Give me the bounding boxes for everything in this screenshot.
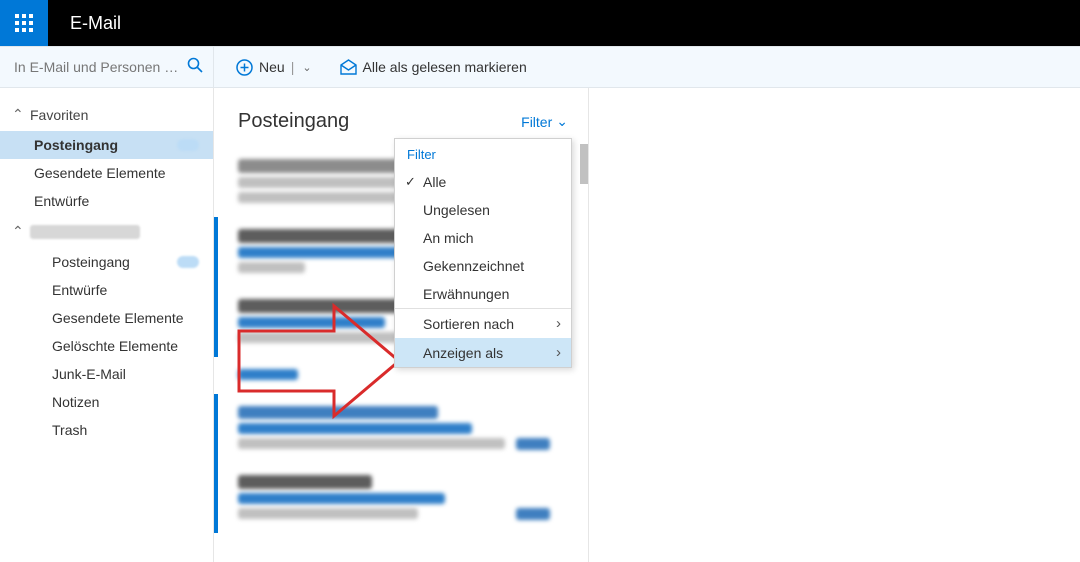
- new-button-label: Neu: [259, 59, 285, 75]
- favorites-header[interactable]: ⌃ Favoriten: [0, 98, 213, 131]
- filter-option-anzeigen-als[interactable]: Anzeigen als ›: [395, 338, 571, 367]
- new-button[interactable]: Neu | ⌄: [236, 59, 312, 76]
- sidebar-item-junk[interactable]: Junk-E-Mail: [0, 360, 213, 388]
- message-item[interactable]: [214, 394, 588, 463]
- favorites-group: Posteingang Gesendete Elemente Entwürfe: [0, 131, 213, 215]
- search-input[interactable]: In E-Mail und Personen s…: [0, 47, 214, 87]
- folder-title: Posteingang: [238, 110, 349, 133]
- filter-option-sortieren[interactable]: Sortieren nach ›: [395, 308, 571, 338]
- filter-option-alle[interactable]: Alle: [395, 168, 571, 196]
- account-label-redacted: [30, 225, 140, 239]
- search-icon: [187, 57, 203, 78]
- mail-open-icon: [340, 59, 357, 76]
- waffle-icon: [15, 14, 33, 32]
- app-title: E-Mail: [70, 13, 121, 34]
- title-bar: E-Mail: [0, 0, 1080, 46]
- toolbar-buttons: Neu | ⌄ Alle als gelesen markieren: [214, 47, 1080, 87]
- sidebar-item-posteingang-2[interactable]: Posteingang: [0, 248, 213, 276]
- mark-all-read-button[interactable]: Alle als gelesen markieren: [340, 59, 527, 76]
- sidebar-item-entwuerfe-2[interactable]: Entwürfe: [0, 276, 213, 304]
- filter-option-anmich[interactable]: An mich: [395, 224, 571, 252]
- chevron-down-icon: ⌄: [556, 113, 568, 130]
- sidebar-item-posteingang[interactable]: Posteingang: [0, 131, 213, 159]
- message-item[interactable]: [214, 463, 588, 533]
- toolbar: In E-Mail und Personen s… Neu | ⌄ Alle a…: [0, 46, 1080, 88]
- chevron-right-icon: ›: [556, 344, 561, 361]
- sidebar-item-gesendete-2[interactable]: Gesendete Elemente: [0, 304, 213, 332]
- chevron-down-icon: ⌄: [302, 61, 311, 74]
- unread-badge: [177, 139, 199, 151]
- filter-button[interactable]: Filter ⌄: [521, 113, 568, 130]
- folder-sidebar: ⌃ Favoriten Posteingang Gesendete Elemen…: [0, 88, 214, 562]
- chevron-right-icon: ›: [556, 315, 561, 332]
- sidebar-item-notizen[interactable]: Notizen: [0, 388, 213, 416]
- filter-option-gekennzeichnet[interactable]: Gekennzeichnet: [395, 252, 571, 280]
- filter-label: Filter: [521, 114, 552, 130]
- reading-pane: [589, 88, 1080, 562]
- chevron-up-icon: ⌃: [12, 106, 24, 123]
- plus-circle-icon: [236, 59, 253, 76]
- dropdown-header: Filter: [395, 139, 571, 168]
- app-launcher-button[interactable]: [0, 0, 48, 46]
- sidebar-item-geloeschte[interactable]: Gelöschte Elemente: [0, 332, 213, 360]
- unread-badge: [177, 256, 199, 268]
- search-placeholder: In E-Mail und Personen s…: [14, 59, 181, 75]
- account-header[interactable]: ⌃: [0, 215, 213, 248]
- filter-option-ungelesen[interactable]: Ungelesen: [395, 196, 571, 224]
- sidebar-item-trash[interactable]: Trash: [0, 416, 213, 444]
- sidebar-item-gesendete[interactable]: Gesendete Elemente: [0, 159, 213, 187]
- filter-dropdown: Filter Alle Ungelesen An mich Gekennzeic…: [394, 138, 572, 368]
- sidebar-item-entwuerfe[interactable]: Entwürfe: [0, 187, 213, 215]
- favorites-label: Favoriten: [30, 107, 88, 123]
- chevron-up-icon: ⌃: [12, 223, 24, 240]
- account-group: Posteingang Entwürfe Gesendete Elemente …: [0, 248, 213, 444]
- mark-all-read-label: Alle als gelesen markieren: [363, 59, 527, 75]
- filter-option-erwaehnungen[interactable]: Erwähnungen: [395, 280, 571, 308]
